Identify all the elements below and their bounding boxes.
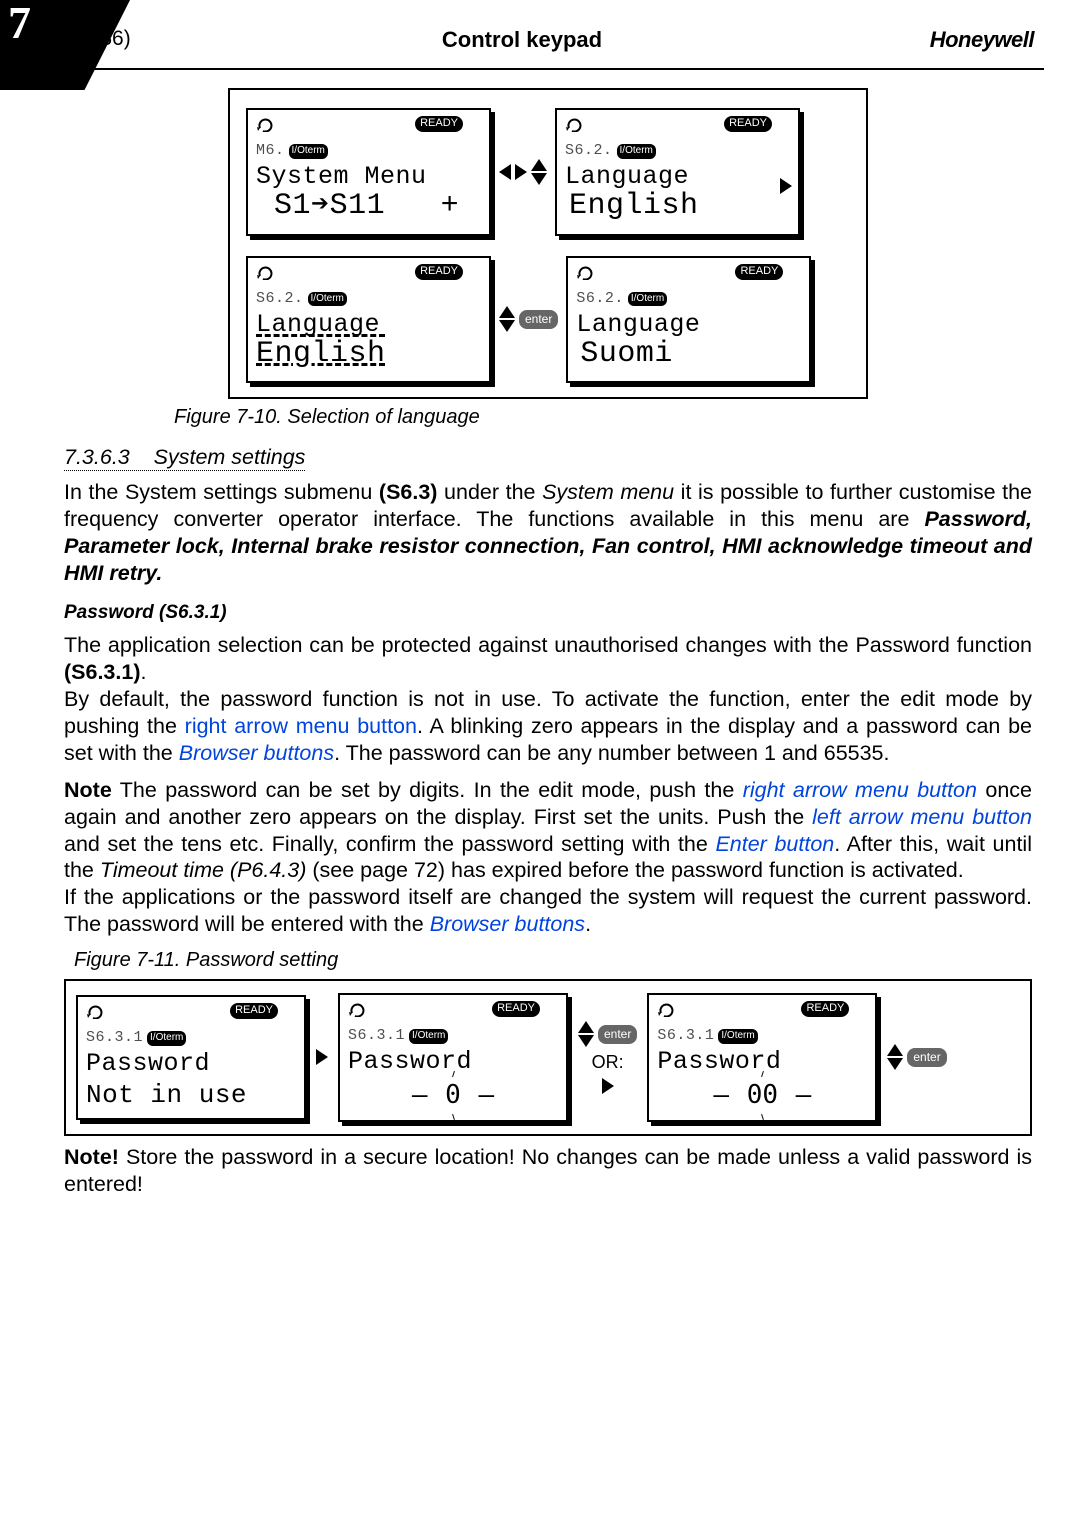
lcd-line1: Password <box>86 1048 296 1079</box>
nav-up-down-enter: enter <box>499 306 558 332</box>
lcd-language-english: READY S6.2. I/Oterm Language English <box>555 108 800 236</box>
ioterm-badge: I/Oterm <box>718 1029 757 1044</box>
triangle-down-icon <box>499 320 515 332</box>
lcd-password-0: READY S6.3.1 I/Oterm Password – 0 – <box>338 993 568 1122</box>
ready-badge: READY <box>415 116 463 132</box>
lcd-digit-blink: – 0 – <box>348 1077 558 1114</box>
lcd-line2: Suomi <box>580 336 801 374</box>
lcd-line2: Not in use <box>86 1079 296 1112</box>
link-left-arrow-menu-button[interactable]: left arrow menu button <box>812 805 1032 829</box>
triangle-up-icon <box>499 306 515 318</box>
lcd-plus: + <box>441 189 460 223</box>
rotation-icon <box>576 264 596 280</box>
password-para1: The application selection can be protect… <box>64 632 1032 686</box>
rotation-icon <box>565 116 585 132</box>
triangle-down-icon <box>531 173 547 185</box>
or-column: enter OR: <box>578 1021 637 1094</box>
triangle-up-icon <box>887 1044 903 1056</box>
section-title: System settings <box>154 445 306 469</box>
password-para2: By default, the password function is not… <box>64 686 1032 767</box>
link-browser-buttons-2[interactable]: Browser buttons <box>430 912 585 936</box>
lcd-line2: S1➔S11 + <box>274 188 481 226</box>
lcd-language-suomi: READY S6.2. I/Oterm Language Suomi <box>566 256 811 384</box>
right-caret-icon <box>780 174 792 201</box>
triangle-down-icon <box>887 1058 903 1070</box>
ioterm-badge: I/Oterm <box>308 292 347 307</box>
triangle-left-icon <box>499 164 511 180</box>
ioterm-badge: I/Oterm <box>289 144 328 159</box>
lcd-code: M6. <box>256 142 285 161</box>
rotation-icon <box>86 1003 106 1019</box>
rotation-icon <box>256 116 276 132</box>
lcd-code: S6.3.1 <box>348 1027 405 1046</box>
figure-7-10-caption: Figure 7-10. Selection of language <box>174 405 1032 430</box>
enter-button-icon: enter <box>598 1025 637 1044</box>
ioterm-badge: I/Oterm <box>147 1031 186 1046</box>
ready-badge: READY <box>492 1001 540 1017</box>
rotation-icon <box>348 1001 368 1017</box>
lcd-line2-blink: English <box>256 336 481 374</box>
page-title: Control keypad <box>0 26 1044 54</box>
ioterm-badge: I/Oterm <box>628 292 667 307</box>
lcd-code: S6.2. <box>256 290 304 309</box>
triangle-right-icon <box>515 164 527 180</box>
figure-7-11-caption: Figure 7-11. Password setting <box>74 948 1032 973</box>
lcd-digits-blink: – 00 – <box>657 1077 867 1114</box>
ready-badge: READY <box>415 264 463 280</box>
ioterm-badge: I/Oterm <box>617 144 656 159</box>
chapter-number: 7 <box>8 0 31 52</box>
or-label: OR: <box>592 1051 624 1074</box>
section-heading: 7.3.6.3 System settings <box>64 444 1032 471</box>
link-right-arrow-menu-button[interactable]: right arrow menu button <box>185 714 417 738</box>
link-right-arrow-menu-button-2[interactable]: right arrow menu button <box>743 778 977 802</box>
enter-button-icon: enter <box>519 310 558 329</box>
lcd-code: S6.3.1 <box>86 1029 143 1048</box>
figure-7-11: READY S6.3.1 I/Oterm Password Not in use… <box>64 979 1032 1136</box>
lcd-s11: S11 <box>330 189 386 223</box>
section-number: 7.3.6.3 <box>64 445 130 469</box>
enter-button-icon: enter <box>907 1048 946 1067</box>
page-body: READY M6. I/Oterm System Menu S1➔S11 + <box>0 70 1080 1227</box>
rotation-icon <box>256 264 276 280</box>
ready-badge: READY <box>724 116 772 132</box>
system-settings-para: In the System settings submenu (S6.3) un… <box>64 479 1032 587</box>
ready-badge: READY <box>801 1001 849 1017</box>
nav-left-right-up-down <box>499 159 547 185</box>
lcd-password-notinuse: READY S6.3.1 I/Oterm Password Not in use <box>76 995 306 1120</box>
password-note-para: Note The password can be set by digits. … <box>64 777 1032 885</box>
lcd-code: S6.2. <box>576 290 624 309</box>
triangle-right-icon <box>602 1078 614 1094</box>
lcd-code: S6.2. <box>565 142 613 161</box>
final-enter: enter <box>887 1044 946 1070</box>
rotation-icon <box>657 1001 677 1017</box>
lcd-language-english-edit: READY S6.2. I/Oterm Language English <box>246 256 491 384</box>
ready-badge: READY <box>735 264 783 280</box>
ready-badge: READY <box>230 1003 278 1019</box>
lcd-system-menu: READY M6. I/Oterm System Menu S1➔S11 + <box>246 108 491 236</box>
lcd-line2: English <box>569 188 790 226</box>
triangle-up-icon <box>531 159 547 171</box>
triangle-down-icon <box>578 1035 594 1047</box>
triangle-up-icon <box>578 1021 594 1033</box>
ioterm-badge: I/Oterm <box>409 1029 448 1044</box>
password-para4: If the applications or the password itse… <box>64 884 1032 938</box>
note-store-password: Note! Store the password in a secure loc… <box>64 1144 1032 1198</box>
lcd-s1: S1 <box>274 189 311 223</box>
lcd-code: S6.3.1 <box>657 1027 714 1046</box>
figure-7-10: READY M6. I/Oterm System Menu S1➔S11 + <box>228 88 868 399</box>
lcd-password-00: READY S6.3.1 I/Oterm Password – 00 – <box>647 993 877 1122</box>
arrow-right-icon: ➔ <box>311 189 330 223</box>
brand-logo: Honeywell <box>930 26 1034 54</box>
password-heading: Password (S6.3.1) <box>64 601 1032 625</box>
triangle-right-icon <box>316 1049 328 1065</box>
link-browser-buttons[interactable]: Browser buttons <box>179 741 334 765</box>
page-header: 68(86) Control keypad Honeywell <box>0 0 1044 70</box>
link-enter-button[interactable]: Enter button <box>715 832 834 856</box>
